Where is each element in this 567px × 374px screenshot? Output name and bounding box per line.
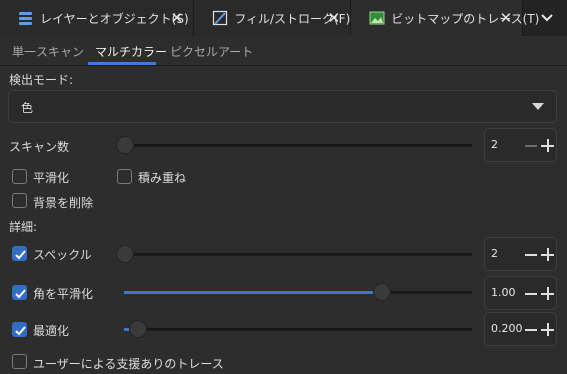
speckles-slider-handle[interactable]	[116, 245, 134, 263]
checkmark-icon	[15, 289, 26, 299]
checkmark-icon	[15, 250, 26, 260]
optimize-slider-handle[interactable]	[129, 320, 147, 338]
scans-slider[interactable]	[116, 136, 472, 154]
details-label: 詳細:	[9, 220, 38, 234]
detection-mode-value: 色	[21, 101, 34, 115]
optimize-checkbox[interactable]	[12, 322, 27, 337]
close-icon[interactable]: ✕	[171, 9, 184, 27]
remove-background-checkbox[interactable]	[12, 193, 27, 208]
scans-label: スキャン数	[9, 140, 70, 154]
speckles-checkbox[interactable]	[12, 246, 27, 261]
layers-icon	[18, 10, 34, 26]
speckles-label: スペックル	[33, 248, 92, 262]
smooth-corners-spinbox[interactable]: 1.00	[484, 276, 557, 310]
chevron-down-icon	[541, 14, 553, 22]
stack-label: 積み重ね	[138, 171, 187, 185]
close-icon[interactable]: ✕	[328, 9, 341, 27]
trace-bitmap-icon	[369, 10, 385, 26]
assisted-trace-label: ユーザーによる支援ありのトレース	[33, 357, 224, 371]
dropdown-arrow-icon	[532, 103, 544, 110]
smooth-corners-slider-fill	[124, 291, 382, 294]
plus-icon[interactable]	[541, 323, 554, 336]
tab-single-scan[interactable]: 単一スキャン	[12, 43, 84, 60]
plus-icon[interactable]	[541, 248, 554, 261]
minus-icon[interactable]	[525, 145, 537, 147]
smooth-corners-slider[interactable]	[124, 283, 472, 301]
minus-icon[interactable]	[525, 254, 537, 256]
smooth-checkbox[interactable]	[12, 169, 27, 184]
optimize-value: 0.200	[491, 322, 523, 335]
plus-icon[interactable]	[541, 287, 554, 300]
dock-tab-bar: レイヤーとオブジェクト(S) ✕ フィル/ストローク(F) ✕ ビットマップのト…	[0, 0, 567, 36]
scans-value: 2	[491, 138, 498, 151]
speckles-value: 2	[491, 247, 498, 260]
scans-slider-handle[interactable]	[116, 136, 134, 154]
smooth-label: 平滑化	[33, 171, 70, 185]
speckles-slider[interactable]	[116, 245, 472, 263]
scans-spinbox[interactable]: 2	[484, 128, 557, 162]
tab-fill-stroke[interactable]: フィル/ストローク(F) ✕	[194, 0, 352, 36]
stack-checkbox[interactable]	[117, 169, 132, 184]
minus-icon[interactable]	[525, 329, 537, 331]
remove-background-label: 背景を削除	[33, 196, 94, 210]
close-icon[interactable]: ✕	[500, 9, 513, 27]
optimize-spinbox[interactable]: 0.200	[484, 312, 557, 346]
checkmark-icon	[15, 326, 26, 336]
fill-stroke-icon	[212, 10, 228, 26]
optimize-label: 最適化	[33, 324, 70, 338]
tab-multicolor[interactable]: マルチカラー	[95, 43, 167, 60]
tab-layers-objects-label: レイヤーとオブジェクト(S)	[40, 11, 189, 26]
trace-mode-tabs: 単一スキャン マルチカラー ピクセルアート	[0, 38, 567, 66]
smooth-corners-checkbox[interactable]	[12, 285, 27, 300]
speckles-spinbox[interactable]: 2	[484, 237, 557, 271]
tab-pixel-art[interactable]: ピクセルアート	[170, 43, 253, 60]
plus-icon[interactable]	[541, 139, 554, 152]
minus-icon[interactable]	[525, 293, 537, 295]
tab-trace-bitmap-label: ビットマップのトレース(T)	[391, 11, 540, 26]
smooth-corners-value: 1.00	[491, 286, 516, 299]
tab-trace-bitmap[interactable]: ビットマップのトレース(T) ✕	[351, 0, 539, 36]
assisted-trace-checkbox[interactable]	[12, 354, 27, 369]
tab-layers-objects[interactable]: レイヤーとオブジェクト(S) ✕	[0, 0, 195, 36]
optimize-slider[interactable]	[124, 320, 472, 338]
smooth-corners-slider-handle[interactable]	[373, 283, 391, 301]
detection-mode-label: 検出モード:	[9, 73, 74, 87]
active-tab-indicator	[88, 62, 156, 65]
smooth-corners-label: 角を平滑化	[33, 287, 94, 301]
detection-mode-dropdown[interactable]: 色	[8, 90, 557, 123]
